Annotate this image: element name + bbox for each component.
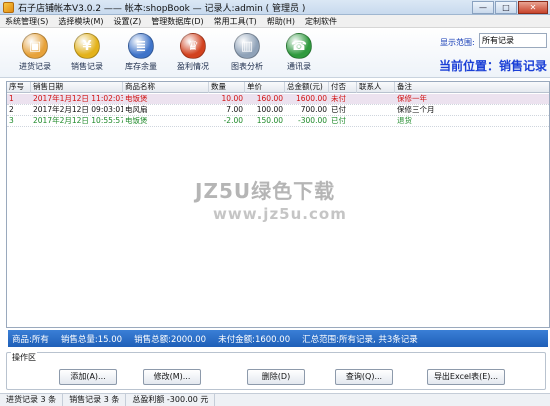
profit-button[interactable]: ♛ 盈利情况 (170, 31, 216, 75)
menu-module[interactable]: 选择模块(M) (53, 16, 108, 27)
operations-group: 操作区 添加(A)... 修改(M)... 删除(D) 查询(Q)... 导出E… (6, 352, 546, 390)
cell-paid: 已付 (331, 105, 346, 114)
edit-button[interactable]: 修改(M)... (143, 369, 201, 385)
cell-qty: 10.00 (221, 94, 243, 103)
col-header[interactable]: 单价 (245, 82, 285, 93)
cell-qty: 7.00 (226, 105, 243, 114)
cell-price: 100.00 (256, 105, 283, 114)
col-header[interactable]: 总金额(元) (285, 82, 329, 93)
menu-tools[interactable]: 常用工具(T) (209, 16, 262, 27)
toolbar-label: 销售记录 (71, 62, 103, 71)
cell-total: 700.00 (300, 105, 327, 114)
phone-icon: ☎ (286, 33, 312, 59)
col-header[interactable]: 数量 (209, 82, 245, 93)
cell-no: 2 (9, 105, 14, 114)
app-icon (3, 1, 14, 13)
cell-date: 2017年2月12日 10:55:57 (33, 116, 123, 125)
box-icon: ▣ (22, 33, 48, 59)
sales-count: 销售记录 3 条 (63, 393, 127, 406)
cell-note: 退货 (397, 116, 412, 125)
window-controls: — □ ✕ (472, 1, 548, 14)
yen-icon: ¥ (74, 33, 100, 59)
stack-icon: ≣ (128, 33, 154, 59)
window-title: 石子店铺帐本V3.0.2 —— 帐本:shopBook — 记录人:admin … (18, 3, 306, 14)
table-row[interactable]: 1 2017年1月12日 11:02:03 电饭煲 10.00 160.00 1… (7, 94, 549, 104)
col-header[interactable]: 联系人 (357, 82, 395, 93)
toolbar-label: 进货记录 (19, 62, 51, 71)
maximize-button[interactable]: □ (495, 1, 517, 14)
cell-name: 电饭煲 (125, 116, 148, 125)
row-divider (7, 126, 549, 127)
cell-qty: -2.00 (223, 116, 243, 125)
summary-goods: 商品:所有 (12, 334, 49, 345)
chart-analysis-button[interactable]: ▥ 图表分析 (224, 31, 270, 75)
summary-unpaid: 未付金额:1600.00 (218, 334, 291, 345)
summary-bar: 商品:所有 销售总量:15.00 销售总额:2000.00 未付金额:1600.… (8, 330, 548, 347)
sales-records-button[interactable]: ¥ 销售记录 (64, 31, 110, 75)
close-button[interactable]: ✕ (518, 1, 548, 14)
chart-icon: ▥ (234, 33, 260, 59)
scope-label: 显示范围: (440, 38, 475, 47)
scope-select[interactable]: 所有记录 (479, 33, 547, 48)
col-header[interactable]: 销售日期 (31, 82, 123, 93)
summary-range: 汇总范围:所有记录, 共3条记录 (302, 334, 418, 345)
inventory-button[interactable]: ≣ 库存余量 (118, 31, 164, 75)
menu-bar: 系统管理(S) 选择模块(M) 设置(Z) 管理数据库(D) 常用工具(T) 帮… (0, 15, 550, 28)
menu-system[interactable]: 系统管理(S) (0, 16, 53, 27)
purchase-records-button[interactable]: ▣ 进货记录 (12, 31, 58, 75)
toolbar-label: 通讯录 (287, 62, 311, 71)
cell-no: 1 (9, 94, 14, 103)
total-profit: 总盈利额 -300.00 元 (126, 393, 216, 406)
cell-total: -300.00 (298, 116, 327, 125)
title-bar: 石子店铺帐本V3.0.2 —— 帐本:shopBook — 记录人:admin … (0, 0, 550, 15)
purchase-count: 进货记录 3 条 (0, 393, 64, 406)
toolbar-label: 库存余量 (125, 62, 157, 71)
current-position: 当前位置：销售记录 (439, 59, 548, 73)
add-button[interactable]: 添加(A)... (59, 369, 117, 385)
table-row[interactable]: 2 2017年2月12日 09:03:01 电风扇 7.00 100.00 70… (7, 105, 549, 115)
delete-button[interactable]: 删除(D) (247, 369, 305, 385)
minimize-button[interactable]: — (472, 1, 494, 14)
cell-note: 保修一年 (397, 94, 427, 103)
cell-date: 2017年2月12日 09:03:01 (33, 105, 123, 114)
menu-help[interactable]: 帮助(H) (262, 16, 300, 27)
menu-database[interactable]: 管理数据库(D) (146, 16, 208, 27)
cell-paid: 未付 (331, 94, 346, 103)
col-header[interactable]: 序号 (7, 82, 31, 93)
summary-qty: 销售总量:15.00 (60, 334, 123, 345)
menu-custom[interactable]: 定制软件 (300, 16, 342, 27)
watermark-url: www.jz5u.com (213, 205, 347, 223)
cell-price: 160.00 (256, 94, 283, 103)
cell-date: 2017年1月12日 11:02:03 (33, 94, 123, 103)
cell-paid: 已付 (331, 116, 346, 125)
watermark-text: JZ5U绿色下载 (195, 179, 336, 203)
col-header[interactable]: 备注 (395, 82, 549, 93)
col-header[interactable]: 商品名称 (123, 82, 209, 93)
cell-note: 保修三个月 (397, 105, 435, 114)
toolbar-label: 盈利情况 (177, 62, 209, 71)
trophy-icon: ♛ (180, 33, 206, 59)
summary-amount: 销售总额:2000.00 (134, 334, 207, 345)
table-row[interactable]: 3 2017年2月12日 10:55:57 电饭煲 -2.00 150.00 -… (7, 116, 549, 126)
operations-title: 操作区 (11, 352, 37, 363)
cell-name: 电饭煲 (125, 94, 148, 103)
footer-status: 进货记录 3 条 销售记录 3 条 总盈利额 -300.00 元 (0, 393, 550, 406)
cell-name: 电风扇 (125, 105, 148, 114)
cell-total: 1600.00 (295, 94, 327, 103)
col-header[interactable]: 付否 (329, 82, 357, 93)
contacts-button[interactable]: ☎ 通讯录 (276, 31, 322, 75)
toolbar-label: 图表分析 (231, 62, 263, 71)
export-excel-button[interactable]: 导出Excel表(E)... (427, 369, 505, 385)
cell-price: 150.00 (256, 116, 283, 125)
menu-settings[interactable]: 设置(Z) (108, 16, 146, 27)
cell-no: 3 (9, 116, 14, 125)
table-header: 序号 销售日期 商品名称 数量 单价 总金额(元) 付否 联系人 备注 (7, 82, 549, 93)
query-button[interactable]: 查询(Q)... (335, 369, 393, 385)
